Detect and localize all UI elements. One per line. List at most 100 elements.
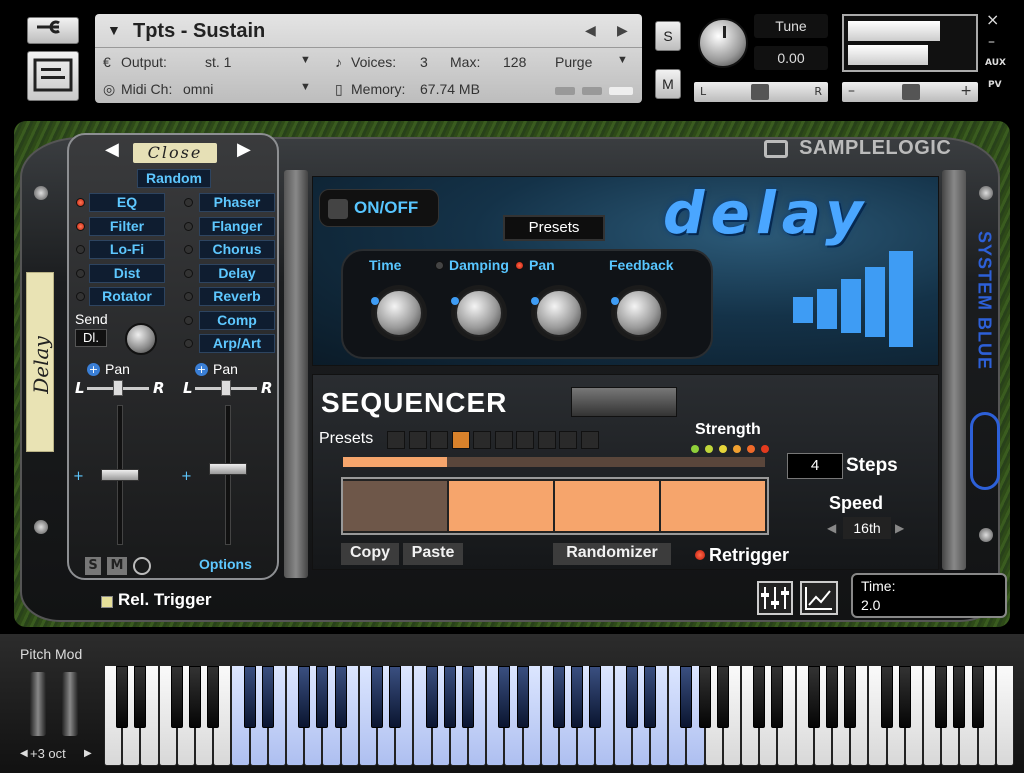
fx-button-phaser[interactable]: Phaser — [199, 193, 275, 212]
strength-leds[interactable] — [691, 445, 775, 455]
fx-led-delay[interactable] — [184, 268, 193, 278]
send-target-box[interactable]: Dl. — [75, 329, 107, 347]
piano-black-key[interactable] — [680, 666, 693, 728]
pan-slider-left-handle[interactable] — [113, 380, 123, 396]
paste-button[interactable]: Paste — [403, 543, 463, 565]
knob-pan[interactable] — [531, 289, 583, 337]
pitch-wheel[interactable] — [30, 672, 46, 736]
piano-black-key[interactable] — [698, 666, 711, 728]
solo-small-button[interactable]: S — [85, 557, 101, 575]
knob-led-pan[interactable] — [515, 261, 524, 270]
purge-label[interactable]: Purge — [555, 54, 592, 70]
piano-black-key[interactable] — [753, 666, 766, 728]
piano-black-key[interactable] — [316, 666, 329, 728]
volume-slider[interactable]: – + — [842, 82, 978, 102]
fx-button-eq[interactable]: EQ — [89, 193, 165, 212]
seq-preset-slot[interactable] — [580, 431, 599, 449]
pan-plus-icon-right[interactable]: + — [195, 363, 208, 376]
pan-plus-icon-left[interactable]: + — [87, 363, 100, 376]
output-dropdown-icon[interactable]: ▼ — [300, 54, 311, 66]
piano-black-key[interactable] — [371, 666, 383, 728]
volume-fader-handle-left[interactable] — [101, 469, 139, 481]
retrigger-led[interactable] — [695, 550, 705, 560]
delay-onoff-button[interactable]: ON/OFF — [319, 189, 439, 227]
fx-button-arp-art[interactable]: Arp/Art — [199, 334, 275, 353]
link-icon[interactable] — [133, 557, 151, 575]
max-voices-value[interactable]: 128 — [503, 54, 526, 70]
send-knob[interactable] — [125, 323, 157, 355]
pan-slider-handle[interactable] — [751, 84, 769, 100]
knob-feedback[interactable] — [611, 289, 663, 337]
fader-plus-right[interactable]: + — [181, 469, 192, 484]
piano-black-key[interactable] — [589, 666, 602, 728]
volume-handle[interactable] — [902, 84, 920, 100]
output-value[interactable]: st. 1 — [205, 54, 231, 70]
fx-led-rotator[interactable] — [76, 292, 85, 301]
fx-button-comp[interactable]: Comp — [199, 310, 275, 330]
piano-black-key[interactable] — [826, 666, 838, 728]
close-window-button[interactable]: × — [986, 10, 999, 29]
seq-preset-slot[interactable] — [516, 431, 534, 449]
piano-black-key[interactable] — [334, 666, 347, 728]
mixer-view-button[interactable] — [757, 581, 793, 615]
mod-wheel[interactable] — [62, 672, 78, 736]
aux-label[interactable]: AUX — [985, 58, 1006, 68]
next-instrument-arrow[interactable]: ▶ — [617, 22, 628, 39]
pv-label[interactable]: PV — [988, 80, 1002, 90]
piano-black-key[interactable] — [935, 666, 948, 728]
fx-led-phaser[interactable] — [184, 198, 193, 207]
seq-step-1[interactable] — [343, 481, 449, 531]
seq-step-4[interactable] — [661, 481, 767, 531]
fx-led-filter[interactable] — [76, 221, 85, 231]
volume-fader-handle-right[interactable] — [209, 463, 247, 475]
fx-button-flanger[interactable]: Flanger — [199, 216, 275, 236]
fader-plus-left[interactable]: + — [73, 469, 84, 484]
fx-led-dist[interactable] — [76, 268, 85, 278]
fx-next-arrow[interactable]: ▶ — [237, 139, 251, 160]
seq-preset-slot[interactable] — [387, 431, 405, 449]
speed-value-box[interactable]: 16th — [843, 517, 891, 539]
fx-led-arp-art[interactable] — [184, 339, 193, 348]
piano-black-key[interactable] — [516, 666, 529, 728]
fx-led-comp[interactable] — [184, 315, 193, 325]
tune-knob[interactable] — [698, 18, 748, 68]
fx-led-reverb[interactable] — [184, 292, 193, 301]
seq-step-2[interactable] — [449, 481, 555, 531]
rel-trigger-checkbox[interactable] — [101, 596, 113, 608]
knob-damping[interactable] — [451, 289, 503, 337]
piano-white-key[interactable] — [995, 666, 1014, 766]
instrument-name[interactable]: Tpts - Sustain — [133, 20, 265, 43]
seq-preset-slot[interactable] — [430, 431, 448, 449]
seq-preset-slot[interactable] — [494, 431, 513, 449]
fx-button-dist[interactable]: Dist — [89, 263, 165, 283]
fx-led-lo-fi[interactable] — [76, 245, 85, 254]
copy-button[interactable]: Copy — [341, 543, 399, 565]
piano-black-key[interactable] — [771, 666, 784, 728]
piano-black-key[interactable] — [571, 666, 584, 728]
seq-preset-slot[interactable] — [473, 431, 491, 449]
piano-black-key[interactable] — [625, 666, 638, 728]
piano-black-key[interactable] — [389, 666, 402, 728]
piano-black-key[interactable] — [261, 666, 274, 728]
piano-black-key[interactable] — [716, 666, 729, 728]
seq-preset-slot[interactable] — [408, 431, 427, 449]
pan-slider[interactable]: L R — [694, 82, 828, 102]
midi-value[interactable]: omni — [183, 81, 213, 97]
wrench-button[interactable] — [27, 17, 79, 44]
options-button[interactable]: Options — [199, 556, 252, 572]
octave-down-arrow[interactable]: ◀ — [20, 748, 28, 759]
seq-preset-slot[interactable] — [559, 431, 577, 449]
fx-button-filter[interactable]: Filter — [89, 216, 165, 236]
midi-dropdown-icon[interactable]: ▼ — [300, 81, 311, 93]
retrigger-label[interactable]: Retrigger — [709, 545, 789, 566]
piano-black-key[interactable] — [170, 666, 183, 728]
volume-plus[interactable]: + — [960, 83, 972, 99]
fx-button-chorus[interactable]: Chorus — [199, 240, 275, 259]
volume-minus[interactable]: – — [848, 83, 855, 99]
piano-black-key[interactable] — [898, 666, 911, 728]
piano-black-key[interactable] — [243, 666, 256, 728]
speed-next-arrow[interactable]: ▶ — [895, 521, 904, 535]
fx-button-rotator[interactable]: Rotator — [89, 287, 165, 306]
piano-black-key[interactable] — [298, 666, 311, 728]
purge-dropdown-icon[interactable]: ▼ — [617, 54, 628, 66]
